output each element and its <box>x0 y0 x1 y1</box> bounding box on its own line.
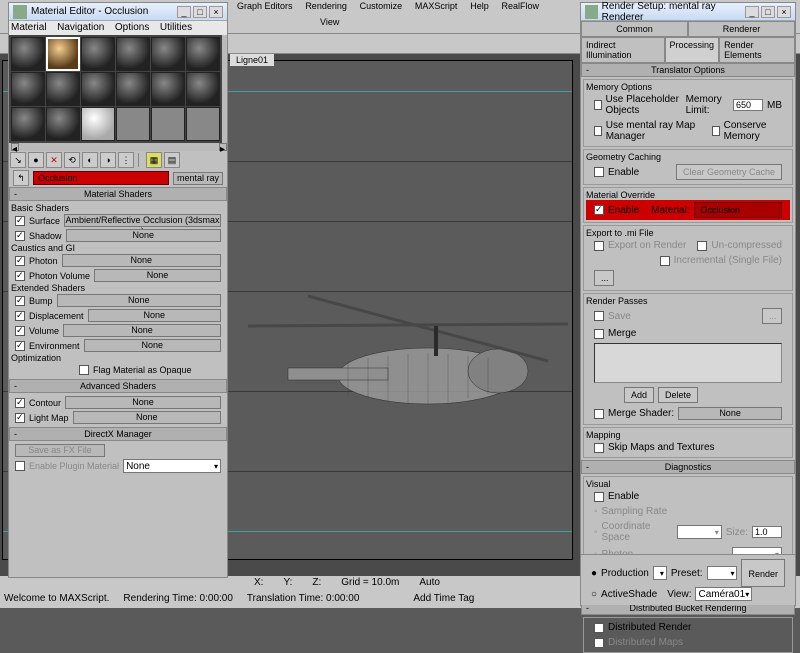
shader-type[interactable]: mental ray <box>173 172 223 185</box>
material-name-field[interactable]: Occlusion <box>33 171 169 185</box>
window-title: Render Setup: mental ray Renderer <box>602 1 745 23</box>
material-swatch[interactable] <box>81 72 115 106</box>
material-swatch[interactable] <box>46 107 80 141</box>
minimize-button[interactable]: _ <box>177 6 191 18</box>
section-material-shaders[interactable]: Material Shaders <box>9 187 227 201</box>
override-enable-checkbox[interactable] <box>594 205 604 215</box>
put-icon[interactable]: ◑ <box>100 152 116 168</box>
section-advanced-shaders[interactable]: Advanced Shaders <box>9 379 227 393</box>
maximize-button[interactable]: □ <box>193 6 207 18</box>
menu-item[interactable]: RealFlow <box>502 1 540 11</box>
render-tabs-row1[interactable]: Common Renderer <box>581 21 795 37</box>
material-menubar[interactable]: Material Navigation Options Utilities <box>9 21 227 35</box>
material-swatch[interactable] <box>81 107 115 141</box>
render-button[interactable]: Render <box>741 559 785 587</box>
menu-item[interactable]: MAXScript <box>415 1 458 11</box>
status-msg: Welcome to MAXScript. <box>4 593 109 607</box>
delete-icon[interactable]: ✕ <box>46 152 62 168</box>
material-swatch[interactable] <box>46 72 80 106</box>
close-button[interactable]: × <box>777 6 791 18</box>
render-tabs-row2[interactable]: Indirect Illumination Processing Render … <box>581 37 795 63</box>
surface-slot[interactable]: Ambient/Reflective Occlusion (3dsmax ) <box>64 214 221 227</box>
shadow-slot[interactable]: None <box>66 229 221 242</box>
preset-dropdown[interactable] <box>707 566 738 580</box>
menu-item[interactable]: Graph Editors <box>237 1 293 11</box>
window-title: Material Editor - Occlusion <box>31 6 148 17</box>
app-icon <box>585 5 598 19</box>
shadow-checkbox[interactable] <box>15 231 25 241</box>
close-button[interactable]: × <box>209 6 223 18</box>
memory-limit-input[interactable] <box>733 99 763 111</box>
mesh-helicopter <box>248 276 568 456</box>
make-icon[interactable]: ◐ <box>82 152 98 168</box>
material-swatch[interactable] <box>11 37 45 71</box>
go-parent-icon[interactable]: ↰ <box>13 170 29 186</box>
surface-checkbox[interactable] <box>15 216 25 226</box>
material-editor-window[interactable]: Material Editor - Occlusion _□× Material… <box>8 2 228 578</box>
maximize-button[interactable]: □ <box>761 6 775 18</box>
material-swatch[interactable] <box>81 37 115 71</box>
render-setup-window[interactable]: Render Setup: mental ray Renderer _□× Co… <box>580 2 796 606</box>
menu-item[interactable]: Rendering <box>305 1 347 11</box>
app-icon <box>13 5 27 19</box>
pick-icon[interactable]: ↘ <box>10 152 26 168</box>
material-toolbar[interactable]: ↘ ● ✕ ⟲ ◐ ◑ ⋮ ▦ ▤ <box>9 151 227 169</box>
minimize-button[interactable]: _ <box>745 6 759 18</box>
delete-button[interactable]: Delete <box>658 387 698 403</box>
distributed-render-checkbox[interactable] <box>594 623 604 633</box>
assign-icon[interactable]: ● <box>28 152 44 168</box>
material-swatch[interactable] <box>116 37 150 71</box>
material-swatch[interactable] <box>11 72 45 106</box>
material-swatch[interactable] <box>151 72 185 106</box>
view-dropdown[interactable]: Caméra01 <box>695 587 752 601</box>
material-swatch-grid[interactable] <box>9 35 222 143</box>
material-swatch[interactable] <box>151 107 185 141</box>
plugin-dropdown[interactable]: None <box>123 459 221 473</box>
override-material-slot[interactable]: Occlusion <box>694 202 783 218</box>
material-swatch[interactable] <box>116 72 150 106</box>
material-swatch[interactable] <box>151 37 185 71</box>
add-button[interactable]: Add <box>624 387 654 403</box>
viewport-label: Ligne01 <box>230 54 274 66</box>
menu-item[interactable]: Help <box>470 1 489 11</box>
flag-opaque-checkbox[interactable] <box>79 365 89 375</box>
nav-icon[interactable]: ▤ <box>164 152 180 168</box>
material-swatch[interactable] <box>11 107 45 141</box>
material-editor-titlebar[interactable]: Material Editor - Occlusion _□× <box>9 3 227 21</box>
show-icon[interactable]: ▦ <box>146 152 162 168</box>
diag-enable-checkbox[interactable] <box>594 492 604 502</box>
merge-checkbox[interactable] <box>594 329 604 339</box>
passes-listbox[interactable] <box>594 343 782 383</box>
material-swatch[interactable] <box>186 37 220 71</box>
view-dropdown[interactable]: View <box>320 17 339 27</box>
section-directx[interactable]: DirectX Manager <box>9 427 227 441</box>
skip-maps-checkbox[interactable] <box>594 443 604 453</box>
reset-icon[interactable]: ⟲ <box>64 152 80 168</box>
menu-item[interactable]: Customize <box>360 1 403 11</box>
browse-button[interactable]: ... <box>594 270 614 286</box>
material-swatch[interactable] <box>186 72 220 106</box>
opts-icon[interactable]: ⋮ <box>118 152 134 168</box>
render-setup-titlebar[interactable]: Render Setup: mental ray Renderer _□× <box>581 3 795 21</box>
material-swatch[interactable] <box>186 107 220 141</box>
material-swatch[interactable] <box>116 107 150 141</box>
material-swatch-selected[interactable] <box>46 37 80 71</box>
